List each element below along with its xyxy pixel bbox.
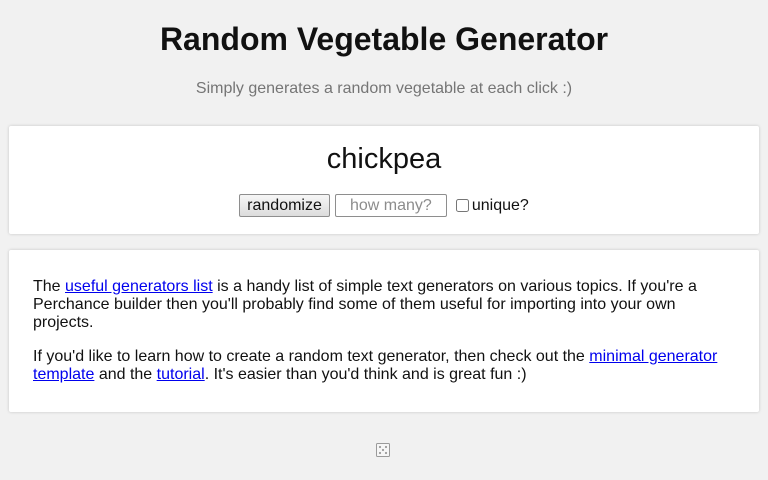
unique-checkbox[interactable] — [455, 199, 469, 212]
unique-label: unique? — [471, 196, 529, 214]
info-p2-text-before: If you'd like to learn how to create a r… — [33, 348, 590, 365]
info-paragraph-2: If you'd like to learn how to create a r… — [33, 348, 735, 384]
how-many-input[interactable] — [334, 194, 447, 217]
dice-icon[interactable] — [376, 443, 390, 457]
unique-toggle[interactable]: unique? — [455, 196, 529, 215]
info-paragraph-1: The useful generators list is a handy li… — [33, 278, 735, 332]
generated-output: chickpea — [326, 143, 442, 175]
info-p2-text-middle: and the — [94, 366, 157, 383]
page: Random Vegetable Generator Simply genera… — [0, 0, 768, 480]
page-title: Random Vegetable Generator — [159, 21, 609, 57]
randomize-button[interactable]: randomize — [239, 194, 330, 217]
useful-generators-link[interactable]: useful generators list — [65, 278, 213, 295]
info-p2-text-after: . It's easier than you'd think and is gr… — [204, 366, 527, 383]
info-p1-text-before: The — [33, 278, 66, 295]
controls-row: randomize unique? — [0, 194, 768, 217]
page-subtitle: Simply generates a random vegetable at e… — [195, 80, 573, 97]
tutorial-link[interactable]: tutorial — [157, 366, 205, 383]
